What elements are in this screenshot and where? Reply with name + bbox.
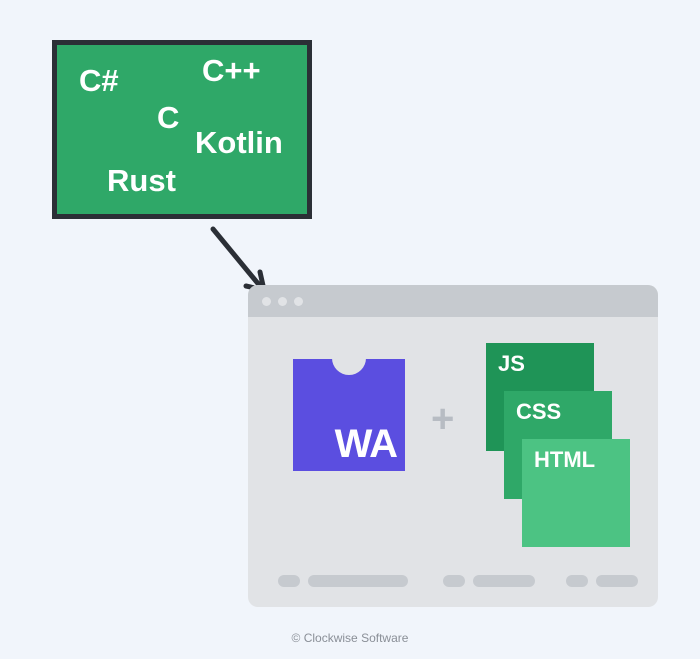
lang-cpp: C++: [202, 53, 261, 89]
webassembly-logo: WA: [293, 359, 405, 471]
placeholder-pill: [596, 575, 638, 587]
tech-label: JS: [498, 351, 525, 376]
placeholder-pill: [278, 575, 300, 587]
lang-rust: Rust: [107, 163, 176, 199]
browser-window: WA + JS CSS HTML: [248, 285, 658, 607]
window-dot: [262, 297, 271, 306]
languages-box: C# C++ C Kotlin Rust: [52, 40, 312, 219]
tech-card-html: HTML: [522, 439, 630, 547]
placeholder-pill: [443, 575, 465, 587]
plus-icon: +: [431, 397, 454, 442]
placeholder-pill: [308, 575, 408, 587]
window-dot: [278, 297, 287, 306]
placeholder-pill: [566, 575, 588, 587]
lang-csharp: C#: [79, 63, 119, 99]
lang-c: C: [157, 100, 179, 136]
lang-kotlin: Kotlin: [195, 125, 283, 161]
browser-titlebar: [248, 285, 658, 317]
tech-label: HTML: [534, 447, 595, 472]
wa-notch: [332, 358, 366, 375]
window-dot: [294, 297, 303, 306]
tech-label: CSS: [516, 399, 561, 424]
browser-body: WA + JS CSS HTML: [248, 317, 658, 607]
placeholder-pill: [473, 575, 535, 587]
wa-label: WA: [335, 422, 397, 467]
attribution: © Clockwise Software: [0, 631, 700, 645]
